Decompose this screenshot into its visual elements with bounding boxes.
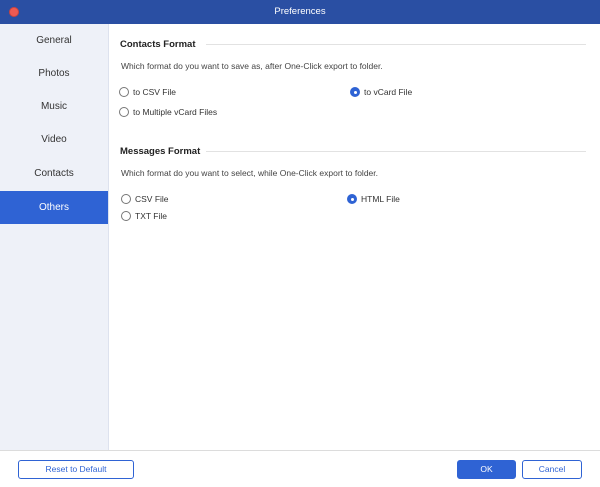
contacts-format-title: Contacts Format: [120, 39, 196, 50]
contacts-format-divider: [206, 44, 586, 45]
messages-format-description: Which format do you want to select, whil…: [121, 168, 379, 178]
radio-label: CSV File: [135, 194, 169, 204]
sidebar-item-others[interactable]: Others: [0, 191, 108, 224]
radio-circle[interactable]: [121, 211, 131, 221]
cancel-button[interactable]: Cancel: [522, 460, 582, 479]
sidebar-item-contacts[interactable]: Contacts: [0, 157, 108, 190]
radio-to-csv[interactable]: to CSV File: [119, 87, 176, 97]
messages-format-title: Messages Format: [120, 146, 201, 157]
sidebar-item-video[interactable]: Video: [0, 123, 108, 156]
contacts-format-description: Which format do you want to save as, aft…: [121, 61, 383, 71]
radio-txt-file[interactable]: TXT File: [121, 211, 167, 221]
radio-circle[interactable]: [119, 87, 129, 97]
radio-circle[interactable]: [121, 194, 131, 204]
radio-to-multiple-vcard[interactable]: to Multiple vCard Files: [119, 107, 217, 117]
sidebar-item-general[interactable]: General: [0, 24, 108, 57]
title-bar: Preferences: [0, 0, 600, 24]
preferences-panel: Contacts Format Which format do you want…: [109, 24, 600, 450]
radio-label: to vCard File: [364, 87, 413, 97]
sidebar: General Photos Music Video Contacts Othe…: [0, 24, 109, 450]
radio-html-file[interactable]: HTML File: [347, 194, 400, 204]
radio-label: TXT File: [135, 211, 167, 221]
radio-label: to Multiple vCard Files: [133, 107, 218, 117]
radio-circle[interactable]: [350, 87, 360, 97]
radio-csv-file[interactable]: CSV File: [121, 194, 169, 204]
ok-button[interactable]: OK: [457, 460, 516, 479]
reset-to-default-button[interactable]: Reset to Default: [18, 460, 134, 479]
sidebar-item-music[interactable]: Music: [0, 90, 108, 123]
radio-label: to CSV File: [133, 87, 176, 97]
window-title: Preferences: [274, 6, 326, 17]
radio-circle[interactable]: [347, 194, 357, 204]
radio-label: HTML File: [361, 194, 400, 204]
sidebar-item-photos[interactable]: Photos: [0, 57, 108, 90]
radio-circle[interactable]: [119, 107, 129, 117]
radio-to-vcard[interactable]: to vCard File: [350, 87, 412, 97]
footer-bar: Reset to Default OK Cancel: [0, 450, 600, 487]
messages-format-divider: [206, 151, 586, 152]
